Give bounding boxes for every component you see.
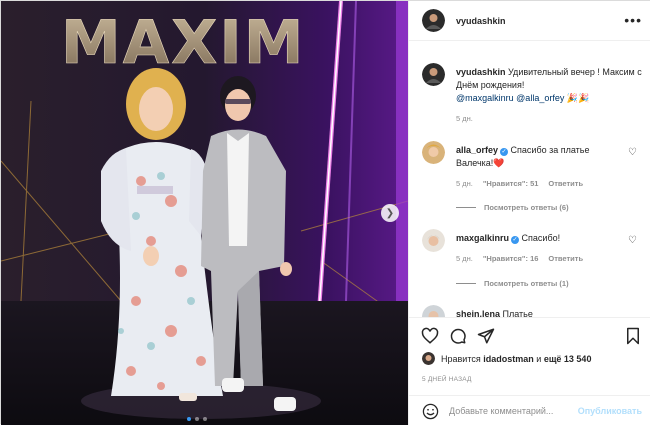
post-time[interactable]: 5 ДНЕЙ НАЗАД xyxy=(422,376,472,383)
post-header: vyudashkin ••• xyxy=(409,1,650,41)
comment-input[interactable] xyxy=(449,404,589,418)
view-replies-label: Посмотреть ответы (6) xyxy=(484,203,569,212)
verified-badge-icon: ✓ xyxy=(500,148,509,156)
comment-time[interactable]: 5 дн. xyxy=(456,254,473,263)
reply-button[interactable]: Ответить xyxy=(548,254,583,263)
comment-meta: 5 дн. "Нравится": 51 Ответить xyxy=(456,179,583,188)
divider xyxy=(456,283,476,284)
like-comment-heart-icon[interactable]: ♡ xyxy=(628,147,637,158)
bookmark-icon[interactable] xyxy=(624,327,642,345)
likes-prefix: Нравится xyxy=(441,354,481,364)
likes-summary[interactable]: Нравится idadostman и ещё 13 540 xyxy=(441,354,591,364)
comment-time[interactable]: 5 дн. xyxy=(456,179,473,188)
photo-illustration: MAXIM xyxy=(1,1,408,425)
action-bar xyxy=(409,317,650,351)
publish-button[interactable]: Опубликовать xyxy=(578,406,642,416)
caption-time[interactable]: 5 дн. xyxy=(456,114,473,123)
likes-count[interactable]: ещё 13 540 xyxy=(544,354,592,364)
header-username[interactable]: vyudashkin xyxy=(456,16,506,26)
comment-username[interactable]: maxgalkinru xyxy=(456,233,509,243)
like-comment-heart-icon[interactable]: ♡ xyxy=(628,235,637,246)
comment-text: maxgalkinru ✓ Спасибо! xyxy=(456,232,616,245)
comments-list[interactable]: vyudashkin Удивительный вечер ! Максим с… xyxy=(409,41,650,317)
view-replies-label: Посмотреть ответы (1) xyxy=(484,279,569,288)
comment-likes[interactable]: "Нравится": 51 xyxy=(483,179,539,188)
emoji-smile-icon[interactable] xyxy=(422,403,439,420)
avatar[interactable] xyxy=(422,63,445,86)
likes-and: и xyxy=(536,354,542,364)
heart-emoji: ❤️ xyxy=(493,158,505,168)
comment-bubble-icon[interactable] xyxy=(449,327,467,345)
chevron-right-icon: ❯ xyxy=(385,207,395,219)
caption-text: vyudashkin Удивительный вечер ! Максим с… xyxy=(456,66,642,105)
comment-meta: 5 дн. "Нравится": 16 Ответить xyxy=(456,254,583,263)
carousel-dot xyxy=(203,417,207,421)
party-emoji: 🎉🎉 xyxy=(566,93,590,103)
more-horizontal-icon[interactable]: ••• xyxy=(624,12,642,28)
avatar[interactable] xyxy=(422,9,445,32)
carousel-dot xyxy=(187,417,191,421)
view-replies-button[interactable]: Посмотреть ответы (6) xyxy=(456,203,569,212)
maxim-sign: MAXIM xyxy=(61,8,305,78)
divider xyxy=(456,207,476,208)
comment-text: shein.lena Платье xyxy=(456,308,616,317)
comment-username[interactable]: shein.lena xyxy=(456,309,500,317)
verified-badge-icon: ✓ xyxy=(511,236,520,244)
comment-body: Спасибо! xyxy=(521,233,561,243)
like-heart-icon[interactable] xyxy=(421,327,439,345)
avatar[interactable] xyxy=(422,229,445,252)
avatar[interactable] xyxy=(422,352,435,365)
add-comment-bar: Опубликовать xyxy=(409,395,650,425)
view-replies-button[interactable]: Посмотреть ответы (1) xyxy=(456,279,569,288)
likes-row: Нравится idadostman и ещё 13 540 xyxy=(409,351,650,371)
comment-text: alla_orfey ✓ Спасибо за платье Валечка!❤️ xyxy=(456,144,616,170)
mention-link[interactable]: @maxgalkinru xyxy=(456,93,514,103)
carousel-dot xyxy=(195,417,199,421)
carousel-next-button[interactable]: ❯ xyxy=(381,204,399,222)
post-panel: vyudashkin ••• vyudashkin Удивительный в… xyxy=(408,1,650,425)
avatar[interactable] xyxy=(422,141,445,164)
comment-body: Платье xyxy=(502,309,533,317)
reply-button[interactable]: Ответить xyxy=(548,179,583,188)
likes-user[interactable]: idadostman xyxy=(483,354,534,364)
comment-username[interactable]: alla_orfey xyxy=(456,145,498,155)
comment-likes[interactable]: "Нравится": 16 xyxy=(483,254,539,263)
instagram-post-modal: MAXIM ❯ vyudashkin ••• vyudashkin Удивит… xyxy=(0,0,650,425)
share-send-icon[interactable] xyxy=(477,327,495,345)
post-photo[interactable]: MAXIM ❯ xyxy=(1,1,408,425)
caption-username[interactable]: vyudashkin xyxy=(456,67,506,77)
avatar[interactable] xyxy=(422,305,445,317)
carousel-dots xyxy=(187,417,207,421)
mention-link[interactable]: @alla_orfey xyxy=(516,93,564,103)
